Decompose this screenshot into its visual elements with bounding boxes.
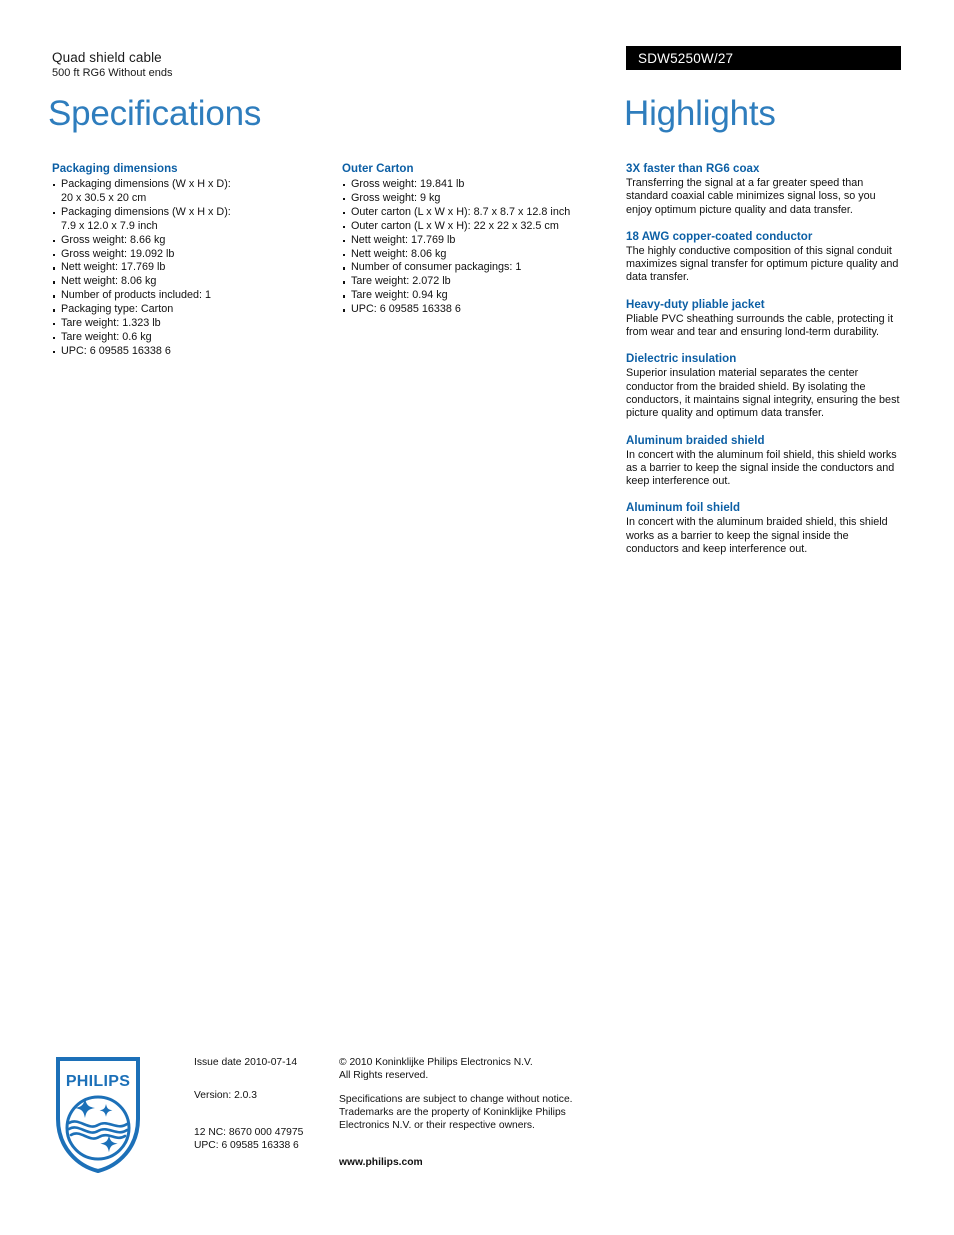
copyright-line-1: © 2010 Koninklijke Philips Electronics N… bbox=[339, 1057, 533, 1068]
highlight-item: Dielectric insulation Superior insulation… bbox=[626, 352, 902, 420]
highlight-item: 3X faster than RG6 coax Transferring the … bbox=[626, 162, 902, 217]
disclaimer-line-2: Trademarks are the property of Koninklij… bbox=[339, 1107, 566, 1118]
spec-item-text: Gross weight: 8.66 kg bbox=[61, 233, 166, 246]
spec-item-text: Gross weight: 9 kg bbox=[351, 191, 441, 204]
copyright-line-2: All Rights reserved. bbox=[339, 1070, 429, 1081]
spec-item-text: Nett weight: 17.769 lb bbox=[61, 261, 166, 274]
spec-item-text: Gross weight: 19.841 lb bbox=[351, 178, 465, 190]
spec-group: Outer Carton Gross weight: 19.841 lb Gross… bbox=[342, 162, 622, 317]
spec-list-item: Packaging dimensions (W x H x D): 20 x 30… bbox=[52, 178, 332, 206]
spec-list-item: Packaging type: Carton bbox=[52, 303, 332, 317]
specifications-column-2: Outer Carton Gross weight: 19.841 lb Gross… bbox=[342, 162, 622, 326]
spec-item-text: Number of consumer packagings: 1 bbox=[351, 261, 522, 274]
spec-item-text: Tare weight: 0.6 kg bbox=[61, 330, 152, 343]
disclaimer-line-1: Specifications are subject to change wit… bbox=[339, 1094, 573, 1105]
philips-logo-icon: PHILIPS bbox=[56, 1057, 140, 1174]
twelve-nc: 12 NC: 8670 000 47975 bbox=[194, 1127, 304, 1138]
product-title: Quad shield cable bbox=[52, 50, 162, 65]
highlight-title: Heavy-duty pliable jacket bbox=[626, 298, 765, 311]
spec-item-text: Outer carton (L x W x H): 22 x 22 x 32.5… bbox=[351, 219, 559, 232]
footer-column-identifiers: Issue date 2010-07-14 Version: 2.0.3 12 … bbox=[194, 1056, 339, 1152]
spec-group: Packaging dimensions Packaging dimensions… bbox=[52, 162, 332, 359]
spec-list-item: Nett weight: 17.769 lb bbox=[52, 261, 332, 275]
version: Version: 2.0.3 bbox=[194, 1090, 257, 1101]
spec-item-text: Gross weight: 19.092 lb bbox=[61, 247, 175, 260]
model-number-text: SDW5250W/27 bbox=[638, 51, 734, 66]
spec-list-item: Number of consumer packagings: 1 bbox=[342, 261, 622, 275]
spec-item-text: Nett weight: 8.06 kg bbox=[61, 275, 157, 288]
spec-item-text: Packaging type: Carton bbox=[61, 303, 174, 316]
spec-list-item: Gross weight: 19.841 lb bbox=[342, 178, 622, 192]
product-subtitle: 500 ft RG6 Without ends bbox=[52, 67, 173, 79]
highlight-title: Aluminum foil shield bbox=[626, 502, 741, 515]
spec-item-text: Packaging dimensions (W x H x D): bbox=[61, 205, 231, 218]
highlight-body: In concert with the aluminum foil shield… bbox=[626, 448, 897, 488]
highlight-body: Superior insulation material separates t… bbox=[626, 367, 900, 420]
highlight-body: The highly conductive composition of thi… bbox=[626, 244, 899, 284]
spec-list-item: UPC: 6 09585 16338 6 bbox=[342, 303, 622, 317]
spec-list-item: Nett weight: 8.06 kg bbox=[52, 275, 332, 289]
model-number-bar: SDW5250W/27 bbox=[626, 46, 901, 70]
spec-item-continuation: 20 x 30.5 x 20 cm bbox=[61, 191, 147, 204]
footer-column-legal: © 2010 Koninklijke Philips Electronics N… bbox=[339, 1056, 609, 1169]
spec-list-item: Tare weight: 2.072 lb bbox=[342, 275, 622, 289]
spec-item-text: Tare weight: 0.94 kg bbox=[351, 289, 448, 302]
spec-list-item: UPC: 6 09585 16338 6 bbox=[52, 345, 332, 359]
highlight-item: 18 AWG copper-coated conductor The highly… bbox=[626, 230, 902, 285]
spec-item-text: UPC: 6 09585 16338 6 bbox=[61, 344, 171, 357]
product-datasheet-page: Quad shield cable 500 ft RG6 Without end… bbox=[0, 0, 954, 1235]
highlight-item: Aluminum foil shield In concert with the … bbox=[626, 501, 902, 556]
spec-item-text: Nett weight: 8.06 kg bbox=[351, 247, 447, 260]
spec-list-item: Outer carton (L x W x H): 8.7 x 8.7 x 12… bbox=[342, 206, 622, 220]
spec-list-item: Tare weight: 0.94 kg bbox=[342, 289, 622, 303]
philips-shield-logo: PHILIPS bbox=[55, 1056, 141, 1174]
spec-list-item: Number of products included: 1 bbox=[52, 289, 332, 303]
highlight-item: Heavy-duty pliable jacket Pliable PVC she… bbox=[626, 298, 902, 340]
spec-group-title: Outer Carton bbox=[342, 163, 414, 175]
highlight-body: Transferring the signal at a far greater… bbox=[626, 177, 876, 216]
spec-item-text: UPC: 6 09585 16338 6 bbox=[351, 303, 461, 316]
highlight-item: Aluminum braided shield In concert with t… bbox=[626, 434, 902, 489]
spec-list-item: Tare weight: 0.6 kg bbox=[52, 331, 332, 345]
spec-item-continuation: 7.9 x 12.0 x 7.9 inch bbox=[61, 219, 158, 232]
spec-list-item: Packaging dimensions (W x H x D): 7.9 x 1… bbox=[52, 206, 332, 234]
specifications-heading: Specifications bbox=[48, 94, 262, 133]
svg-text:PHILIPS: PHILIPS bbox=[66, 1073, 130, 1090]
disclaimer-line-3: Electronics N.V. or their respective own… bbox=[339, 1120, 535, 1131]
highlight-title: 18 AWG copper-coated conductor bbox=[626, 230, 813, 243]
spec-list: Gross weight: 19.841 lb Gross weight: 9 k… bbox=[342, 178, 622, 317]
spec-list-item: Tare weight: 1.323 lb bbox=[52, 317, 332, 331]
highlight-body: Pliable PVC sheathing surrounds the cabl… bbox=[626, 312, 894, 339]
spec-item-text: Packaging dimensions (W x H x D): bbox=[61, 178, 231, 190]
spec-item-text: Nett weight: 17.769 lb bbox=[351, 233, 456, 246]
spec-group-title: Packaging dimensions bbox=[52, 163, 178, 175]
spec-item-text: Outer carton (L x W x H): 8.7 x 8.7 x 12… bbox=[351, 205, 571, 218]
spec-list-item: Gross weight: 8.66 kg bbox=[52, 234, 332, 248]
spec-list-item: Nett weight: 17.769 lb bbox=[342, 234, 622, 248]
spec-item-text: Number of products included: 1 bbox=[61, 289, 212, 302]
highlights-heading: Highlights bbox=[624, 94, 776, 133]
spec-item-text: Tare weight: 1.323 lb bbox=[61, 317, 161, 330]
spec-list-item: Gross weight: 9 kg bbox=[342, 192, 622, 206]
footer-upc: UPC: 6 09585 16338 6 bbox=[194, 1140, 299, 1151]
spec-list-item: Gross weight: 19.092 lb bbox=[52, 248, 332, 262]
highlight-title: Aluminum braided shield bbox=[626, 434, 765, 447]
spec-list-item: Nett weight: 8.06 kg bbox=[342, 248, 622, 262]
highlight-title: 3X faster than RG6 coax bbox=[626, 163, 760, 175]
website-link[interactable]: www.philips.com bbox=[339, 1156, 609, 1169]
spec-item-text: Tare weight: 2.072 lb bbox=[351, 275, 451, 288]
spec-list: Packaging dimensions (W x H x D): 20 x 30… bbox=[52, 178, 332, 359]
issue-date: Issue date 2010-07-14 bbox=[194, 1057, 298, 1068]
specifications-column-1: Packaging dimensions Packaging dimensions… bbox=[52, 162, 332, 368]
spec-list-item: Outer carton (L x W x H): 22 x 22 x 32.5… bbox=[342, 220, 622, 234]
highlight-body: In concert with the aluminum braided shi… bbox=[626, 516, 888, 556]
highlight-title: Dielectric insulation bbox=[626, 353, 737, 366]
highlights-column: 3X faster than RG6 coax Transferring the … bbox=[626, 162, 902, 569]
